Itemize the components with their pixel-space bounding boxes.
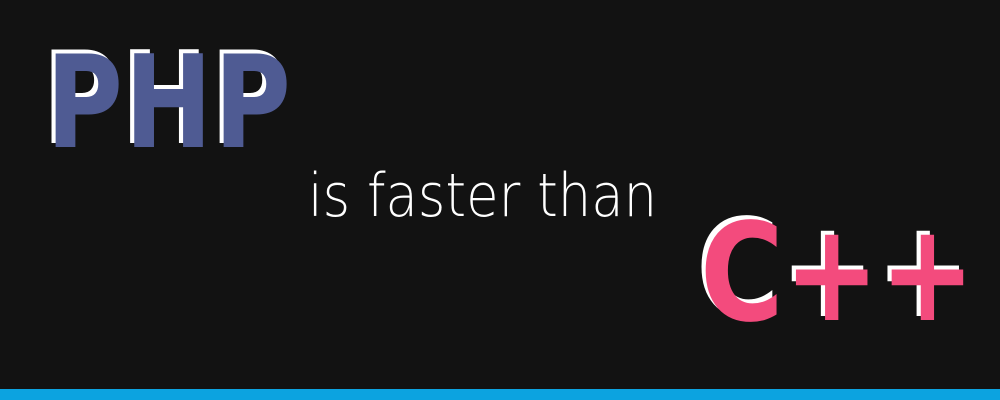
comparison-text: is faster than — [308, 161, 658, 231]
cpp-title: C++ — [700, 195, 976, 353]
banner: PHP is faster than C++ — [0, 0, 1000, 400]
bottom-accent-bar — [0, 389, 1000, 400]
php-title: PHP — [46, 29, 293, 178]
